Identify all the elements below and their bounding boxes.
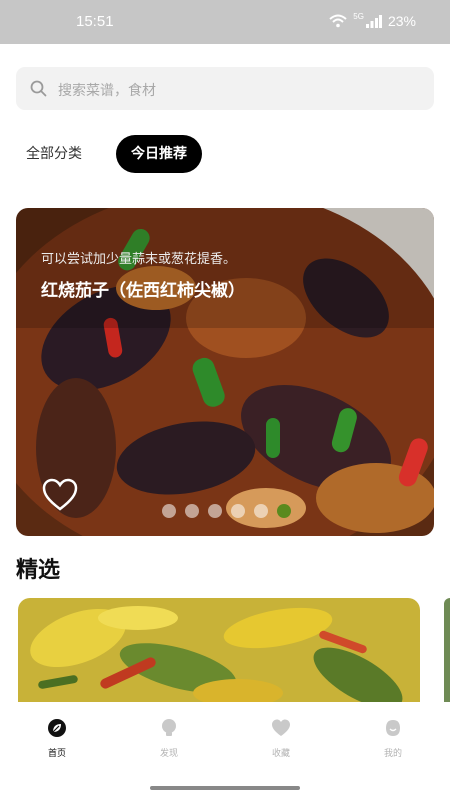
carousel-dot[interactable] <box>185 504 199 518</box>
next-card-peek[interactable] <box>444 598 450 702</box>
nav-discover-label: 发现 <box>159 749 178 759</box>
search-icon <box>30 80 47 97</box>
leaf-icon <box>48 719 66 737</box>
search-bar[interactable]: 搜索菜谱，食材 <box>16 67 434 110</box>
nav-profile-label: 我的 <box>383 749 402 759</box>
network-type-label: 5G <box>353 11 364 21</box>
tab-all-categories[interactable]: 全部分类 <box>16 135 92 173</box>
home-indicator[interactable] <box>150 786 300 790</box>
featured-recipe-card[interactable] <box>18 598 420 702</box>
carousel-dot[interactable] <box>162 504 176 518</box>
carousel-dot[interactable] <box>208 504 222 518</box>
status-time: 15:51 <box>76 13 114 30</box>
carousel-indicators <box>162 504 291 518</box>
heart-icon <box>272 719 290 736</box>
profile-icon <box>386 720 400 736</box>
battery-text: 23% <box>387 13 416 29</box>
nav-discover[interactable]: 发现 <box>139 718 199 759</box>
recipe-banner[interactable]: 可以尝试加少量蒜末或葱花提香。 红烧茄子（佐西红柿尖椒） <box>16 208 434 536</box>
status-icons: 5G 23% <box>329 11 416 29</box>
nav-profile[interactable]: 我的 <box>363 718 423 759</box>
nav-favorites-label: 收藏 <box>271 749 290 759</box>
featured-food-image <box>18 598 420 702</box>
carousel-dot[interactable] <box>231 504 245 518</box>
carousel-dot[interactable] <box>254 504 268 518</box>
nav-home[interactable]: 首页 <box>27 718 87 759</box>
status-bar: 15:51 5G 23% <box>0 0 450 44</box>
bulb-icon <box>162 719 176 736</box>
signal-icon <box>365 14 382 28</box>
nav-home-label: 首页 <box>47 749 66 759</box>
tab-today-recommend[interactable]: 今日推荐 <box>116 135 202 173</box>
wifi-icon <box>329 14 347 28</box>
favorite-heart-icon[interactable] <box>42 478 78 512</box>
banner-subtitle: 可以尝试加少量蒜末或葱花提香。 <box>41 252 237 267</box>
nav-favorites[interactable]: 收藏 <box>251 718 311 759</box>
search-placeholder: 搜索菜谱，食材 <box>58 83 156 99</box>
carousel-dot-active[interactable] <box>277 504 291 518</box>
banner-title: 红烧茄子（佐西红柿尖椒） <box>41 281 245 301</box>
featured-section-title: 精选 <box>16 558 61 583</box>
